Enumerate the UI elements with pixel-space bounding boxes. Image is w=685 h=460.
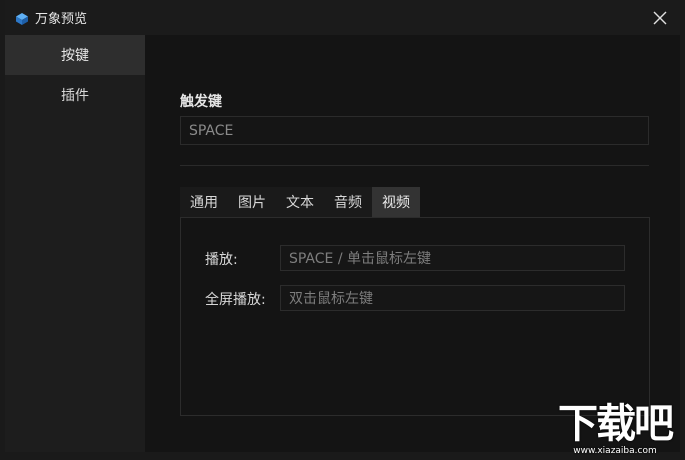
tab-video[interactable]: 视频 xyxy=(372,187,420,217)
tab-image[interactable]: 图片 xyxy=(228,187,276,217)
play-label: 播放: xyxy=(205,252,238,268)
tab-audio[interactable]: 音频 xyxy=(324,187,372,217)
watermark-url: www.xiazaiba.com xyxy=(573,446,657,456)
tab-label: 图片 xyxy=(238,195,266,211)
window-title: 万象预览 xyxy=(35,12,88,27)
sidebar-item-label: 插件 xyxy=(61,88,89,104)
app-window: 万象预览 按键 插件 触发键 SPACE 通用 图片 文本 音频 视频 播放: … xyxy=(5,0,680,452)
video-settings-panel: 播放: SPACE / 单击鼠标左键 全屏播放: 双击鼠标左键 xyxy=(180,217,650,416)
trigger-key-value: SPACE xyxy=(189,122,234,139)
sidebar: 按键 插件 xyxy=(5,35,145,452)
trigger-key-label: 触发键 xyxy=(180,94,222,110)
tab-label: 通用 xyxy=(190,195,218,211)
section-divider xyxy=(180,165,649,166)
tab-label: 文本 xyxy=(286,195,314,211)
tab-general[interactable]: 通用 xyxy=(180,187,228,217)
play-hotkey-input[interactable]: SPACE / 单击鼠标左键 xyxy=(280,245,625,271)
tab-text[interactable]: 文本 xyxy=(276,187,324,217)
tab-label: 音频 xyxy=(334,195,362,211)
sidebar-item-plugins[interactable]: 插件 xyxy=(5,75,145,115)
settings-content: 触发键 SPACE 通用 图片 文本 音频 视频 播放: SPACE / 单击鼠… xyxy=(145,35,680,452)
fullscreen-label: 全屏播放: xyxy=(205,292,266,308)
close-button[interactable] xyxy=(650,8,670,28)
title-bar: 万象预览 xyxy=(5,0,680,35)
play-hotkey-value: SPACE / 单击鼠标左键 xyxy=(289,251,432,267)
sidebar-item-hotkeys[interactable]: 按键 xyxy=(5,35,145,75)
close-icon xyxy=(653,11,667,25)
preview-type-tabs: 通用 图片 文本 音频 视频 xyxy=(180,187,420,217)
watermark-logo-text: 下载吧 xyxy=(558,401,674,447)
trigger-key-input[interactable]: SPACE xyxy=(180,116,649,145)
sidebar-item-label: 按键 xyxy=(61,48,89,64)
app-logo-icon xyxy=(15,11,29,25)
fullscreen-hotkey-value: 双击鼠标左键 xyxy=(289,291,373,307)
site-watermark: 下载吧 www.xiazaiba.com xyxy=(549,402,681,458)
tab-label: 视频 xyxy=(382,195,410,211)
fullscreen-hotkey-input[interactable]: 双击鼠标左键 xyxy=(280,285,625,311)
